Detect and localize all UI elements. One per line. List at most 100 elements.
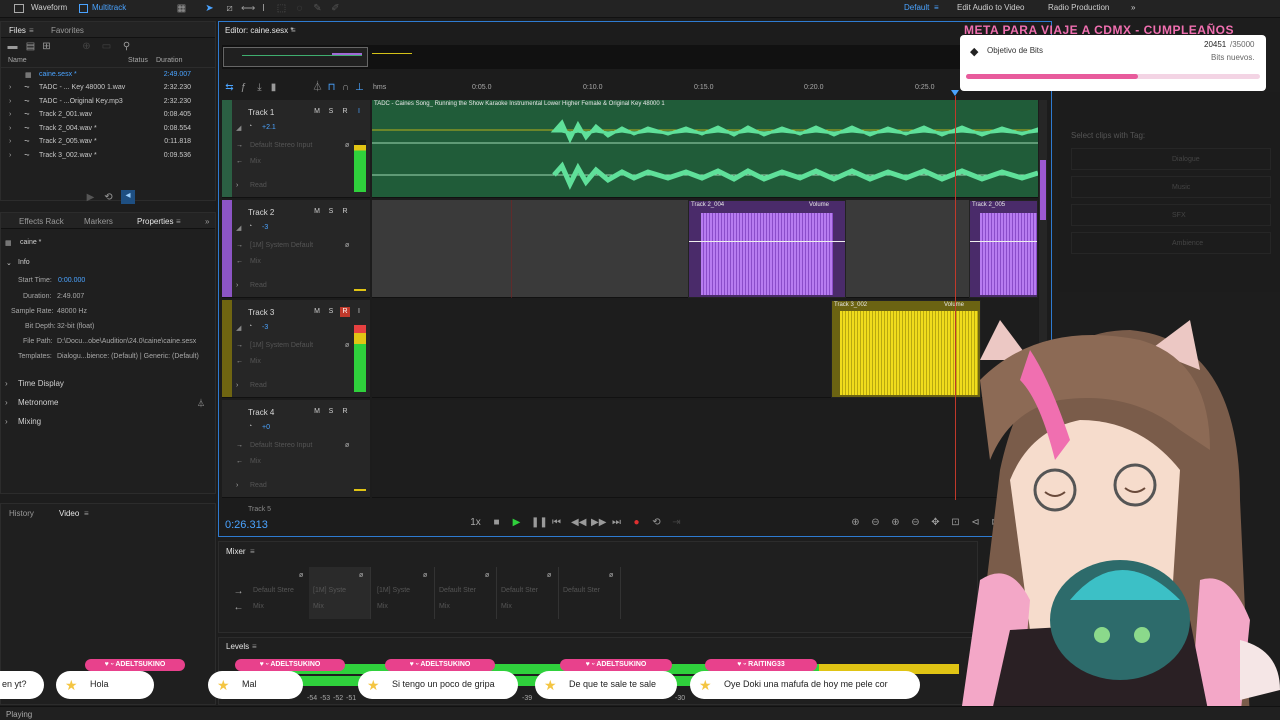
brush-icon[interactable]: ✎ [312,3,323,14]
phase-icon[interactable]: ø [345,242,349,249]
track-3-read[interactable]: Read [250,382,267,389]
pin-icon[interactable]: ⊥ [354,82,365,93]
track-2-input[interactable]: [1M] System Default [250,242,313,249]
metronome-section[interactable]: Metronome [18,398,58,407]
track-3-header[interactable]: Track 3 M S R I ◢ ◔ -3 → [1M] System Def… [222,300,370,398]
lasso-icon[interactable]: ◌ [294,3,305,14]
file-row[interactable]: ▦ caine.sesx * 2:49.007 [1,69,213,82]
headphones-icon[interactable]: ∩ [340,82,351,93]
close-file-icon[interactable]: ▭ [101,41,112,52]
pause-icon[interactable]: ❚❚ [531,517,548,528]
workspace-default[interactable]: Default [904,3,929,12]
file-row[interactable]: › ⏦ TADC - ... Key 48000 1.wav 2:32.230 [1,82,213,95]
auto-play-icon[interactable]: ◂ [121,190,135,204]
play-preview-icon[interactable]: ▶ [85,192,96,203]
track-1-monitor[interactable]: I [354,107,364,117]
track-4-solo[interactable]: S [326,407,336,417]
track-4-name[interactable]: Track 4 [248,408,274,417]
tag-button-ambience[interactable]: Ambience [1071,232,1271,254]
track-3-solo[interactable]: S [326,307,336,317]
properties-menu-icon[interactable]: ≡ [176,217,181,226]
sends-icon[interactable]: ⤓ [254,82,265,93]
track-5-name[interactable]: Track 5 [248,506,271,513]
phase-icon[interactable]: ø [547,572,551,579]
track-1-name[interactable]: Track 1 [248,108,274,117]
insert-icon[interactable]: ⊕ [81,41,92,52]
expand-icon[interactable]: › [236,482,238,489]
expand-icon[interactable]: › [236,282,238,289]
editor-title[interactable]: Editor: caine.sesx * [225,26,293,35]
column-duration[interactable]: Duration [156,57,182,64]
volume-knob-icon[interactable]: ◔ [248,123,252,130]
track-1-read[interactable]: Read [250,182,267,189]
skip-icon[interactable]: ⇥ [671,517,682,528]
playback-speed[interactable]: 1x [470,517,481,528]
start-time-value[interactable]: 0:00.000 [58,277,85,284]
track-4-mute[interactable]: M [312,407,322,417]
fx-icon[interactable]: ƒ [238,82,249,93]
track-3-name[interactable]: Track 3 [248,308,274,317]
loop-playback-icon[interactable]: ⟲ [651,517,662,528]
mixer-channel[interactable]: ø Default Ster [559,567,621,619]
track-2-solo[interactable]: S [326,207,336,217]
column-status[interactable]: Status [128,57,148,64]
track-2-lane[interactable]: Track 2_004 Volume Track 2_005 [372,200,1038,298]
track-2-clip-005[interactable]: Track 2_005 [969,200,1038,298]
file-row[interactable]: › ⏦ Track 2_004.wav * 0:08.554 [1,123,213,136]
search-icon[interactable]: ⚲ [121,41,132,52]
editor-menu-icon[interactable]: ≡ [291,26,296,35]
waveform-tab[interactable]: Waveform [31,3,67,12]
video-menu-icon[interactable]: ≡ [84,509,89,518]
grid-icon[interactable]: ▦ [176,3,187,14]
levels-menu-icon[interactable]: ≡ [252,642,257,651]
razor-tool-icon[interactable]: ⧄ [224,3,235,14]
track-1-lane[interactable]: TADC - Caines Song_ Running the Show Kar… [372,100,1038,198]
track-1-solo[interactable]: S [326,107,336,117]
tab-history[interactable]: History [9,509,34,518]
mixer-channel[interactable]: ø Default Ster Mix [497,567,559,619]
expand-icon[interactable]: › [9,152,11,159]
file-row[interactable]: › ⏦ Track 3_002.wav * 0:09.536 [1,150,213,163]
record-icon[interactable]: ● [631,517,642,528]
loop-icon[interactable]: ⇆ [224,82,235,93]
track-3-input[interactable]: [1M] System Default [250,342,313,349]
phase-icon[interactable]: ø [485,572,489,579]
snap-icon[interactable]: ⊓ [326,82,337,93]
play-icon[interactable]: ▶ [511,517,522,528]
info-section[interactable]: Info [18,259,30,266]
mixer-channel[interactable]: ø [1M] Syste Mix [309,567,371,619]
tab-effects-rack[interactable]: Effects Rack [19,217,64,226]
mixer-channel[interactable]: ø Default Stere Mix [249,567,311,619]
phase-icon[interactable]: ø [609,572,613,579]
track-2-volume[interactable]: -3 [262,224,268,231]
track-4-input[interactable]: Default Stereo Input [250,442,312,449]
time-display-section[interactable]: Time Display [18,379,64,388]
slip-tool-icon[interactable]: ⟷ [241,3,255,14]
clip-volume-tag[interactable]: Volume [809,202,829,208]
track-3-mute[interactable]: M [312,307,322,317]
mixing-section[interactable]: Mixing [18,417,41,426]
tab-files[interactable]: Files [9,26,26,35]
workspace-radio-production[interactable]: Radio Production [1048,3,1109,12]
workspace-edit-audio-video[interactable]: Edit Audio to Video [957,3,1024,12]
zoom-in-amplitude-icon[interactable]: ⊕ [850,517,861,528]
info-expand-icon[interactable]: ⌄ [6,259,12,267]
meter-icon[interactable]: ▮ [268,82,279,93]
volume-knob-icon[interactable]: ◔ [248,223,252,230]
file-row[interactable]: › ⏦ TADC - ...Original Key.mp3 2:32.230 [1,96,213,109]
mixer-title[interactable]: Mixer [226,547,246,556]
track-2-read[interactable]: Read [250,282,267,289]
phase-icon[interactable]: ø [345,142,349,149]
track-4-arm[interactable]: R [340,407,350,417]
track-1-arm[interactable]: R [340,107,350,117]
expand-icon[interactable]: › [236,182,238,189]
track-1-mix[interactable]: Mix [250,158,261,165]
track-3-monitor[interactable]: I [354,307,364,317]
track-3-volume[interactable]: -3 [262,324,268,331]
track-3-arm[interactable]: R [340,307,350,317]
expand-icon[interactable]: › [5,417,8,426]
metronome-icon[interactable]: ⏃ [197,398,205,409]
mixer-menu-icon[interactable]: ≡ [250,547,255,556]
track-1-header[interactable]: Track 1 M S R I ◢ ◔ +2.1 → Default Stere… [222,100,370,198]
overview-viewport[interactable] [223,47,368,67]
